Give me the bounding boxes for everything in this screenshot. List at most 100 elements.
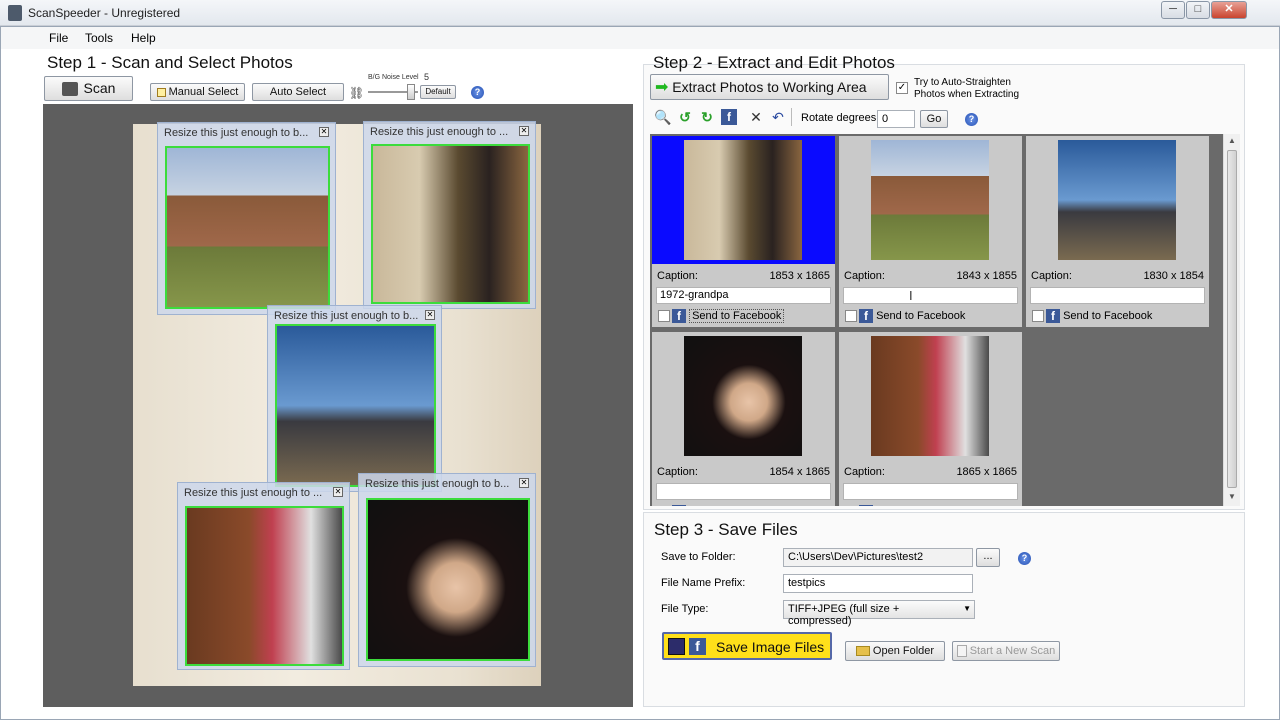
thumbnail-card[interactable]: Caption: 1854 x 1865 f [652,332,835,506]
menu-bar: File Tools Help [1,27,1279,49]
thumbnail-card[interactable]: Caption: 1830 x 1854 f Send to Facebook [1026,136,1209,327]
thumbnail-image[interactable] [871,140,989,260]
scan-button[interactable]: Scan [44,76,133,101]
facebook-icon[interactable]: f [721,109,737,125]
minimize-button[interactable]: ─ [1161,1,1185,19]
send-facebook-row[interactable]: f [658,505,686,506]
default-button[interactable]: Default [420,85,456,99]
crop-box[interactable]: Resize this just enough to b... ✕ [358,473,536,667]
crop-close-icon[interactable]: ✕ [425,310,435,320]
thumbnail-card[interactable]: Caption: 1853 x 1865 1972-grandpa f Send… [652,136,835,327]
zoom-icon[interactable]: 🔍 [654,109,671,125]
start-new-scan-button[interactable]: Start a New Scan [952,641,1060,661]
crop-box-title: Resize this just enough to b... [365,478,510,490]
thumbnail-grid[interactable]: Caption: 1853 x 1865 1972-grandpa f Send… [650,134,1223,506]
auto-straighten-checkbox[interactable]: ✓ [896,82,908,94]
scroll-up-icon[interactable]: ▲ [1228,136,1236,145]
file-type-select[interactable]: TIFF+JPEG (full size + compressed) ▼ [783,600,975,627]
help-icon[interactable]: ? [471,86,484,99]
rotate-degrees-input[interactable]: 0 [877,110,915,128]
rotate-right-icon[interactable]: ↻ [699,109,715,125]
crop-box-title: Resize this just enough to ... [370,126,509,138]
image-size: 1854 x 1865 [769,466,830,478]
facebook-icon: f [859,505,873,506]
open-folder-button[interactable]: Open Folder [845,641,945,661]
floppy-disk-icon [668,638,685,655]
save-folder-input[interactable]: C:\Users\Dev\Pictures\test2 [783,548,973,567]
go-button[interactable]: Go [920,110,948,128]
title-bar: ScanSpeeder - Unregistered ─ □ ✕ [0,0,1280,26]
send-facebook-label: Send to Facebook [689,308,785,323]
thumbnail-image[interactable] [871,336,989,456]
thumbnail-image[interactable] [1058,140,1176,260]
crop-box[interactable]: Resize this just enough to b... ✕ [267,305,442,492]
manual-select-icon [156,87,166,97]
auto-select-button[interactable]: Auto Select [252,83,344,101]
thumbnail-scrollbar[interactable]: ▲ ▼ [1223,134,1240,506]
caption-input[interactable] [843,483,1018,500]
file-prefix-input[interactable]: testpics [783,574,973,593]
send-facebook-row[interactable]: f [845,505,873,506]
noise-value: 5 [424,72,430,82]
send-facebook-row[interactable]: f Send to Facebook [845,309,965,323]
delete-icon[interactable]: ✕ [748,109,764,125]
caption-label: Caption: [657,270,698,282]
caption-input[interactable] [656,483,831,500]
image-size: 1865 x 1865 [956,466,1017,478]
save-image-files-button[interactable]: f Save Image Files [662,632,832,660]
window-title: ScanSpeeder - Unregistered [28,6,181,20]
undo-icon[interactable]: ↶ [770,109,786,125]
send-facebook-checkbox[interactable] [1032,310,1044,322]
manual-select-label: Manual Select [168,86,239,98]
send-facebook-checkbox[interactable] [658,310,670,322]
caption-label: Caption: [844,466,885,478]
thumbnail-card[interactable]: Caption: 1843 x 1855 I f Send to Faceboo… [839,136,1022,327]
photo-portrait [366,498,530,661]
folder-icon [855,646,870,657]
noise-slider-thumb[interactable] [407,84,415,100]
thumbnail-card[interactable]: Caption: 1865 x 1865 f [839,332,1022,506]
maximize-button[interactable]: □ [1186,1,1210,19]
scroll-thumb[interactable] [1227,150,1237,488]
caption-input[interactable] [843,287,1018,304]
caption-input[interactable] [1030,287,1205,304]
caption-input[interactable]: 1972-grandpa [656,287,831,304]
send-facebook-label: Send to Facebook [876,309,966,322]
green-arrow-icon: ➡ [655,79,669,96]
crop-close-icon[interactable]: ✕ [319,127,329,137]
thumbnail-image[interactable] [684,336,802,456]
open-folder-label: Open Folder [872,645,935,657]
send-facebook-checkbox[interactable] [845,310,857,322]
crop-box[interactable]: Resize this just enough to ... ✕ [177,482,350,670]
manual-select-button[interactable]: Manual Select [150,83,245,101]
menu-file[interactable]: File [49,31,68,45]
browse-folder-button[interactable]: ... [976,548,1000,567]
auto-straighten-label-2: Photos when Extracting [914,89,1020,100]
facebook-icon: f [672,309,686,323]
start-new-scan-label: Start a New Scan [969,645,1056,657]
help-icon[interactable]: ? [1018,552,1031,565]
crop-box[interactable]: Resize this just enough to b... ✕ [157,122,336,315]
send-facebook-row[interactable]: f Send to Facebook [1032,309,1152,323]
menu-help[interactable]: Help [131,31,156,45]
thumbnail-image[interactable] [684,140,802,260]
close-button[interactable]: ✕ [1211,1,1247,19]
text-cursor-icon: I [909,288,913,303]
step1-title: Step 1 - Scan and Select Photos [47,53,293,72]
crop-close-icon[interactable]: ✕ [519,126,529,136]
extract-photos-button[interactable]: ➡ Extract Photos to Working Area [650,74,889,100]
crop-box-title: Resize this just enough to b... [274,310,419,322]
facebook-icon: f [1046,309,1060,323]
crop-close-icon[interactable]: ✕ [519,478,529,488]
crop-close-icon[interactable]: ✕ [333,487,343,497]
help-icon[interactable]: ? [965,113,978,126]
rotate-left-icon[interactable]: ↺ [677,109,693,125]
menu-tools[interactable]: Tools [85,31,113,45]
send-facebook-row[interactable]: f Send to Facebook [658,308,785,323]
file-type-label: File Type: [661,603,709,615]
crop-box[interactable]: Resize this just enough to ... ✕ [363,121,536,309]
photo-grandpa [371,144,530,304]
facebook-icon: f [859,309,873,323]
scroll-down-icon[interactable]: ▼ [1228,492,1236,501]
link-icon: ⛓ [349,86,365,100]
